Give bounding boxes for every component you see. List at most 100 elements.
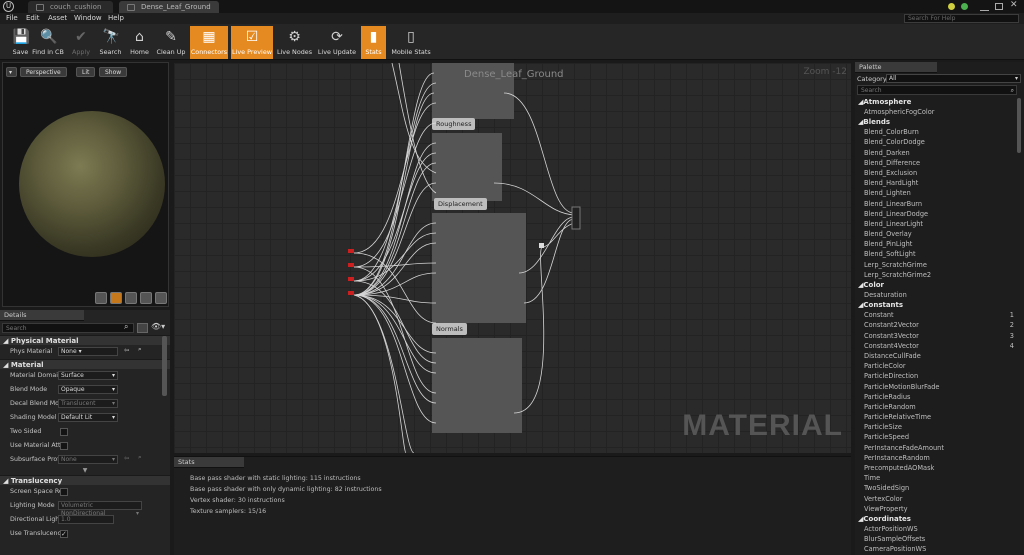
- palette-item[interactable]: Blend_SoftLight: [855, 249, 1024, 259]
- section-physical-material[interactable]: ◢ Physical Material: [0, 335, 170, 345]
- palette-item[interactable]: PrecomputedAOMask: [855, 463, 1024, 473]
- preview-sphere-icon[interactable]: [110, 292, 122, 304]
- palette-item[interactable]: Desaturation: [855, 290, 1024, 300]
- palette-item[interactable]: Lerp_ScratchGrime2: [855, 270, 1024, 280]
- notification-icon[interactable]: [948, 3, 955, 10]
- menu-file[interactable]: File: [6, 14, 18, 22]
- palette-item[interactable]: ViewProperty: [855, 504, 1024, 514]
- palette-category-header[interactable]: ◢Atmosphere: [855, 97, 1024, 107]
- palette-item[interactable]: Blend_LinearDodge: [855, 209, 1024, 219]
- palette-item[interactable]: Constant3Vector 3: [855, 331, 1024, 341]
- stats-button[interactable]: ▮ Stats: [361, 26, 386, 59]
- decal-blend-mode-dropdown[interactable]: Translucent ▾: [58, 399, 118, 408]
- palette-tab[interactable]: Palette: [855, 62, 937, 73]
- palette-item[interactable]: Constant2Vector 2: [855, 320, 1024, 330]
- palette-item[interactable]: Constant4Vector 4: [855, 341, 1024, 351]
- live-nodes-button[interactable]: ⚙ Live Nodes: [276, 26, 313, 59]
- tab-couch-cushion[interactable]: couch_cushion: [28, 1, 113, 13]
- palette-item[interactable]: Constant 1: [855, 310, 1024, 320]
- palette-item[interactable]: ParticleRandom: [855, 402, 1024, 412]
- phys-material-dropdown[interactable]: None ▾: [58, 347, 118, 356]
- palette-item[interactable]: CameraPositionWS: [855, 544, 1024, 554]
- browse-search-icon[interactable]: ⌕: [138, 454, 142, 462]
- palette-search-input[interactable]: Search ⌕: [857, 85, 1017, 95]
- material-domain-dropdown[interactable]: Surface ▾: [58, 371, 118, 380]
- details-tab[interactable]: Details: [0, 310, 84, 321]
- expand-advanced-icon[interactable]: ▼: [0, 467, 170, 475]
- preview-cylinder-icon[interactable]: [95, 292, 107, 304]
- preview-plane-icon[interactable]: [125, 292, 137, 304]
- palette-item[interactable]: Time: [855, 473, 1024, 483]
- use-material-attributes-checkbox[interactable]: [60, 442, 68, 450]
- palette-item[interactable]: ActorPositionWS: [855, 524, 1024, 534]
- section-translucency[interactable]: ◢ Translucency: [0, 475, 170, 485]
- live-update-button[interactable]: ⟳ Live Update: [317, 26, 357, 59]
- perspective-button[interactable]: Perspective: [20, 67, 67, 77]
- blend-mode-dropdown[interactable]: Opaque ▾: [58, 385, 118, 394]
- connectors-button[interactable]: ▦ Connectors: [190, 26, 228, 59]
- palette-item[interactable]: BlurSampleOffsets: [855, 534, 1024, 544]
- section-material[interactable]: ◢ Material: [0, 359, 170, 369]
- palette-item[interactable]: Blend_LinearBurn: [855, 199, 1024, 209]
- source-control-icon[interactable]: [961, 3, 968, 10]
- close-button[interactable]: ✕: [1010, 0, 1018, 10]
- help-search-input[interactable]: Search For Help: [904, 14, 1019, 23]
- use-selected-arrow-icon[interactable]: ⇦: [124, 347, 129, 354]
- palette-item[interactable]: AtmosphericFogColor: [855, 107, 1024, 117]
- lit-button[interactable]: Lit: [76, 67, 96, 77]
- palette-item[interactable]: ParticleDirection: [855, 371, 1024, 381]
- view-options-icon[interactable]: 👁▾: [151, 322, 165, 331]
- preview-mesh-icon[interactable]: [155, 292, 167, 304]
- use-translucency-checkbox[interactable]: ✓: [60, 530, 68, 538]
- shading-model-dropdown[interactable]: Default Lit ▾: [58, 413, 118, 422]
- palette-item[interactable]: Blend_HardLight: [855, 178, 1024, 188]
- palette-item[interactable]: TwoSidedSign: [855, 483, 1024, 493]
- palette-category-header[interactable]: ◢Blends: [855, 117, 1024, 127]
- palette-item[interactable]: ParticleMotionBlurFade: [855, 382, 1024, 392]
- palette-item[interactable]: Lerp_ScratchGrime: [855, 260, 1024, 270]
- palette-item[interactable]: ParticleRelativeTime: [855, 412, 1024, 422]
- palette-item[interactable]: Blend_Darken: [855, 148, 1024, 158]
- preview-cube-icon[interactable]: [140, 292, 152, 304]
- use-selected-arrow-icon[interactable]: ⇦: [124, 455, 129, 462]
- details-scrollbar[interactable]: [162, 336, 167, 396]
- apply-button[interactable]: ✔ Apply: [65, 26, 97, 59]
- palette-item[interactable]: Blend_ColorBurn: [855, 127, 1024, 137]
- menu-edit[interactable]: Edit: [26, 14, 40, 22]
- palette-category-header[interactable]: ◢Color: [855, 280, 1024, 290]
- tab-dense-leaf-ground[interactable]: Dense_Leaf_Ground: [119, 1, 219, 13]
- palette-item[interactable]: ParticleSpeed: [855, 432, 1024, 442]
- palette-item[interactable]: Blend_Overlay: [855, 229, 1024, 239]
- palette-item[interactable]: Blend_LinearLight: [855, 219, 1024, 229]
- material-graph[interactable]: Roughness Displacement Normals Dense_Lea…: [174, 63, 851, 453]
- palette-item[interactable]: Blend_PinLight: [855, 239, 1024, 249]
- palette-item[interactable]: ParticleColor: [855, 361, 1024, 371]
- palette-item[interactable]: Blend_Lighten: [855, 188, 1024, 198]
- palette-scrollbar[interactable]: [1017, 98, 1021, 153]
- menu-help[interactable]: Help: [108, 14, 124, 22]
- find-in-cb-button[interactable]: 🔍 Find in CB: [29, 26, 67, 59]
- live-preview-button[interactable]: ☑ Live Preview: [231, 26, 273, 59]
- clean-up-button[interactable]: ✎ Clean Up: [153, 26, 189, 59]
- palette-item[interactable]: ParticleSize: [855, 422, 1024, 432]
- preview-viewport[interactable]: ▾ Perspective Lit Show: [2, 62, 169, 307]
- directional-lighting-input[interactable]: 1.0: [58, 515, 114, 524]
- show-button[interactable]: Show: [99, 67, 128, 77]
- property-matrix-icon[interactable]: [137, 323, 148, 333]
- lighting-mode-dropdown[interactable]: Volumetric NonDirectional ▾: [58, 501, 142, 517]
- home-button[interactable]: ⌂ Home: [124, 26, 155, 59]
- category-dropdown[interactable]: All ▾: [886, 74, 1021, 83]
- palette-item[interactable]: ParticleRadius: [855, 392, 1024, 402]
- palette-item[interactable]: PerInstanceFadeAmount: [855, 443, 1024, 453]
- palette-item[interactable]: Blend_ColorDodge: [855, 137, 1024, 147]
- search-button[interactable]: 🔭 Search: [95, 26, 126, 59]
- menu-window[interactable]: Window: [74, 14, 102, 22]
- details-search-input[interactable]: Search: [2, 323, 134, 333]
- palette-item[interactable]: VertexColor: [855, 494, 1024, 504]
- palette-category-header[interactable]: ◢Constants: [855, 300, 1024, 310]
- maximize-button[interactable]: [995, 3, 1003, 10]
- stats-tab[interactable]: Stats: [174, 457, 244, 468]
- palette-item[interactable]: Blend_Difference: [855, 158, 1024, 168]
- viewport-options-button[interactable]: ▾: [6, 67, 17, 77]
- palette-category-header[interactable]: ◢Coordinates: [855, 514, 1024, 524]
